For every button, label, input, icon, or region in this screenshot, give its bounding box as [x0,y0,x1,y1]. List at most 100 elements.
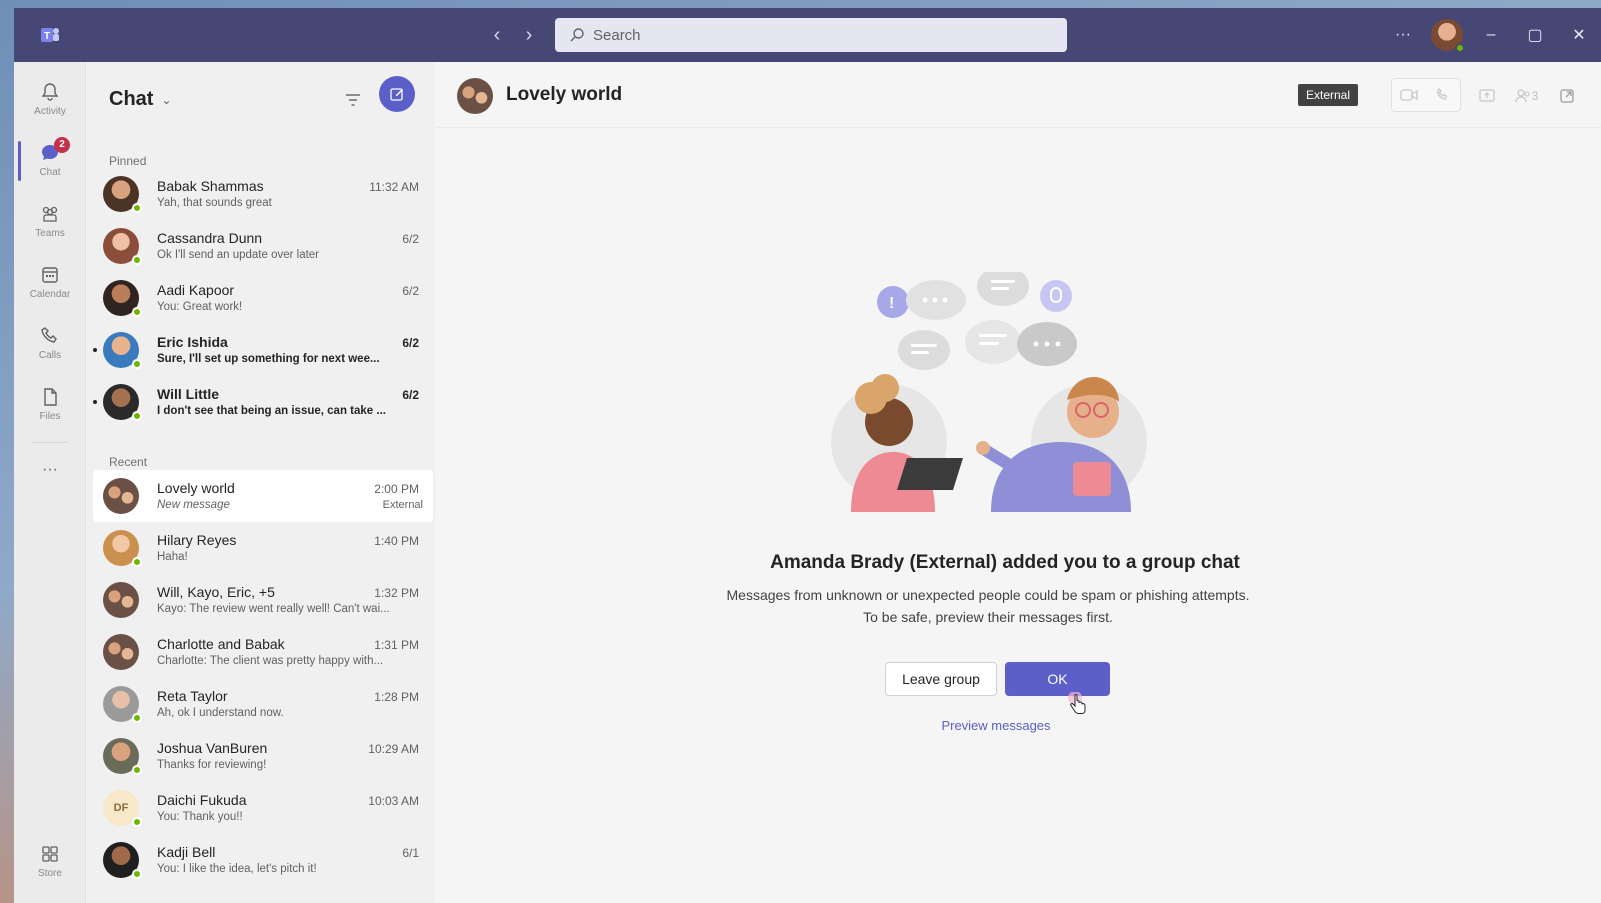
avatar [103,228,142,265]
audio-call-button[interactable] [1426,79,1460,111]
search-icon [570,28,584,42]
group-chat-illustration: ! [831,272,1147,512]
svg-text:T: T [44,31,50,42]
presence-available-icon [132,869,142,879]
video-camera-icon [1400,89,1418,101]
share-screen-icon [1479,89,1495,102]
user-avatar[interactable] [1431,19,1465,53]
avatar [103,530,142,567]
presence-available-icon [132,307,142,317]
rail-label: Store [38,868,62,879]
chat-preview: I don't see that being an issue, can tak… [157,405,386,417]
chat-time: 6/2 [402,336,419,350]
search-input[interactable] [593,26,1033,44]
participants-button[interactable]: 3 [1509,84,1543,108]
chat-time: 6/2 [402,232,419,246]
preview-messages-link[interactable]: Preview messages [435,718,1557,733]
teams-logo-icon: T [38,23,62,47]
popout-icon [1560,89,1574,103]
chat-preview: You: I like the idea, let's pitch it! [157,863,317,875]
close-icon[interactable]: ✕ [1557,25,1601,45]
chat-name: Lovely world [157,480,235,496]
presence-available-icon [1455,43,1465,53]
conversation-pane: Lovely world External 3 ! Amanda Brady (… [435,62,1601,903]
new-chat-button[interactable] [379,76,415,112]
filter-button[interactable] [341,88,365,112]
calendar-icon [42,267,58,283]
rail-store[interactable]: Store [14,832,86,890]
share-screen-button[interactable] [1475,84,1499,108]
rail-activity[interactable]: Activity [14,70,86,128]
forward-arrow-icon[interactable]: › [520,22,538,48]
rail-calls[interactable]: Calls [14,314,86,372]
group-avatar[interactable] [457,78,493,114]
rail-teams[interactable]: Teams [14,192,86,250]
chat-item[interactable]: Kadji Bell You: I like the idea, let's p… [93,834,433,886]
chat-preview: You: Thank you!! [157,811,243,823]
rail-more-apps[interactable]: ··· [14,450,86,490]
chat-item[interactable]: DF Daichi Fukuda You: Thank you!! 10:03 … [93,782,433,834]
teams-icon [42,206,58,222]
chat-preview: Yah, that sounds great [157,197,272,209]
chat-preview: Sure, I'll set up something for next wee… [157,353,380,365]
chat-time: 6/2 [402,388,419,402]
more-apps-icon: ··· [42,461,58,478]
conversation-title[interactable]: Lovely world [506,84,622,106]
chat-time: 1:31 PM [374,638,419,652]
chat-name: Aadi Kapoor [157,282,235,298]
presence-available-icon [132,817,142,827]
chat-item[interactable]: Will, Kayo, Eric, +5 Kayo: The review we… [93,574,433,626]
title-bar: T ‹ › ··· – ▢ ✕ [14,8,1601,62]
avatar [103,384,142,421]
rail-files[interactable]: Files [14,375,86,433]
unread-dot [93,348,97,352]
chat-item[interactable]: Charlotte and Babak Charlotte: The clien… [93,626,433,678]
group-avatar [103,634,139,670]
maximize-icon[interactable]: ▢ [1513,25,1557,45]
chat-name: Charlotte and Babak [157,636,285,652]
external-badge: External [1298,84,1359,106]
chat-header[interactable]: Chat ⌄ [109,88,172,111]
chat-item[interactable]: Reta Taylor Ah, ok I understand now. 1:2… [93,678,433,730]
rail-calendar[interactable]: Calendar [14,253,86,311]
chat-name: Daichi Fukuda [157,792,247,808]
chat-preview: You: Great work! [157,301,243,313]
ok-button[interactable]: OK [1005,662,1110,696]
avatar [103,280,142,317]
group-avatar [103,478,139,514]
video-call-button[interactable] [1392,79,1426,111]
presence-available-icon [132,203,142,213]
chat-item[interactable]: Aadi Kapoor You: Great work! 6/2 [93,272,433,324]
rail-label: Chat [39,167,61,178]
chat-item[interactable]: Hilary Reyes Haha! 1:40 PM [93,522,433,574]
more-options-button[interactable]: ··· [1381,26,1425,44]
chat-preview: Ok I'll send an update over later [157,249,320,261]
avatar [103,176,142,213]
minimize-icon[interactable]: – [1469,26,1513,44]
chat-item[interactable]: Babak Shammas Yah, that sounds great 11:… [93,168,433,220]
rail-chat[interactable]: 2 Chat [14,131,86,189]
chat-item[interactable]: Joshua VanBuren Thanks for reviewing! 10… [93,730,433,782]
unread-dot [93,400,97,404]
chat-item[interactable]: Will Little I don't see that being an is… [93,376,433,428]
chat-item[interactable]: Eric Ishida Sure, I'll set up something … [93,324,433,376]
participants-count: 3 [1531,89,1539,103]
initials-avatar: DF [103,790,142,827]
back-arrow-icon[interactable]: ‹ [488,22,506,48]
leave-group-button[interactable]: Leave group [885,662,997,696]
chat-time: 10:03 AM [368,794,419,808]
phone-icon [41,327,57,343]
chat-item[interactable]: Cassandra Dunn Ok I'll send an update ov… [93,220,433,272]
chat-name: Reta Taylor [157,688,228,704]
presence-available-icon [132,713,142,723]
search-box[interactable] [555,18,1067,52]
chat-item-selected[interactable]: Lovely world New message 2:00 PM Externa… [93,470,433,522]
store-icon [42,846,58,862]
chat-name: Hilary Reyes [157,532,237,548]
notice-body: Messages from unknown or unexpected peop… [726,587,1250,625]
conversation-header: Lovely world External 3 [435,62,1601,128]
popout-button[interactable] [1555,84,1579,108]
presence-available-icon [132,255,142,265]
presence-available-icon [132,765,142,775]
call-button-group [1391,78,1461,112]
